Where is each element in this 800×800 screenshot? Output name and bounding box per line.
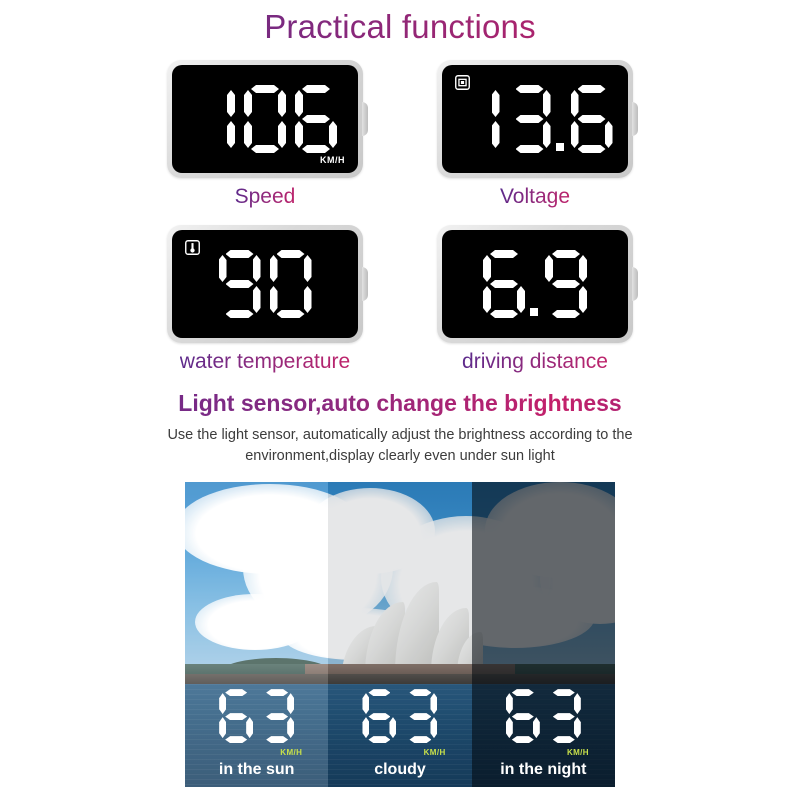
hud-unit-driving-distance bbox=[437, 225, 633, 343]
seven-segment-digit bbox=[483, 250, 525, 318]
page-title: Practical functions bbox=[0, 0, 800, 46]
pane-unit-label-sun: KM/H bbox=[280, 748, 303, 758]
seven-segment-digit bbox=[219, 689, 253, 743]
opera-house bbox=[471, 568, 485, 679]
device-caption-water-temperature: water temperature bbox=[179, 350, 351, 373]
decimal-point bbox=[555, 143, 564, 151]
device-card-driving-distance: driving distance bbox=[435, 225, 635, 374]
hud-unit-speed: KM/H bbox=[167, 60, 363, 178]
seven-segment-digit bbox=[547, 689, 581, 743]
comparison-pane-cloudy: KM/H cloudy bbox=[328, 482, 472, 788]
pane-caption-cloudy: cloudy bbox=[374, 761, 426, 779]
pane-unit-label-night: KM/H bbox=[566, 748, 589, 758]
seven-segment-digit bbox=[295, 85, 337, 153]
hud-screen: KM/H bbox=[172, 65, 358, 173]
hud-screen bbox=[442, 230, 628, 338]
decimal-point bbox=[530, 308, 538, 316]
driving-distance-readout bbox=[442, 250, 628, 318]
device-card-voltage: Voltage bbox=[435, 60, 635, 209]
device-caption-driving-distance: driving distance bbox=[462, 350, 608, 373]
water-temperature-readout bbox=[172, 250, 358, 318]
device-row: water temperature driving distance bbox=[165, 225, 635, 374]
comparison-pane-sun: KM/H in the sun bbox=[185, 482, 329, 788]
comparison-pane-night: KM/H in the night bbox=[471, 482, 615, 788]
brightness-comparison-strip: KM/H in the sun KM/H cloudy KM/H in the … bbox=[185, 482, 615, 788]
seven-segment-digit bbox=[509, 85, 551, 153]
seven-segment-digit bbox=[571, 85, 613, 153]
opera-house bbox=[335, 568, 472, 679]
pane-caption-night: in the night bbox=[500, 761, 587, 779]
hud-screen bbox=[172, 230, 358, 338]
voltage-readout bbox=[442, 85, 628, 153]
hud-screen bbox=[442, 65, 628, 173]
seven-segment-digit bbox=[193, 85, 235, 153]
light-sensor-heading: Light sensor,auto change the brightness bbox=[0, 390, 800, 417]
pane-readout-sun bbox=[185, 689, 328, 743]
seven-segment-digit bbox=[260, 689, 294, 743]
device-card-water-temperature: water temperature bbox=[165, 225, 365, 374]
speed-unit-label: KM/H bbox=[320, 155, 345, 165]
pane-readout-night bbox=[472, 689, 615, 743]
hud-unit-voltage bbox=[437, 60, 633, 178]
device-grid: KM/H Speed Voltage water temperature dri… bbox=[165, 60, 635, 374]
seven-segment-digit bbox=[270, 250, 312, 318]
speed-readout bbox=[172, 85, 358, 153]
seven-segment-digit bbox=[506, 689, 540, 743]
light-sensor-description: Use the light sensor, automatically adju… bbox=[167, 427, 633, 464]
seven-segment-digit bbox=[545, 250, 587, 318]
device-caption-voltage: Voltage bbox=[499, 185, 571, 208]
pane-readout-cloudy bbox=[328, 689, 471, 743]
seven-segment-digit bbox=[244, 85, 286, 153]
pane-unit-label-cloudy: KM/H bbox=[423, 748, 446, 758]
pane-caption-sun: in the sun bbox=[218, 761, 295, 779]
seven-segment-digit bbox=[362, 689, 396, 743]
device-card-speed: KM/H Speed bbox=[165, 60, 365, 209]
device-caption-speed: Speed bbox=[234, 185, 296, 208]
hud-unit-water-temperature bbox=[167, 225, 363, 343]
seven-segment-digit bbox=[458, 85, 500, 153]
seven-segment-digit bbox=[403, 689, 437, 743]
device-row: KM/H Speed Voltage bbox=[165, 60, 635, 209]
seven-segment-digit bbox=[219, 250, 261, 318]
